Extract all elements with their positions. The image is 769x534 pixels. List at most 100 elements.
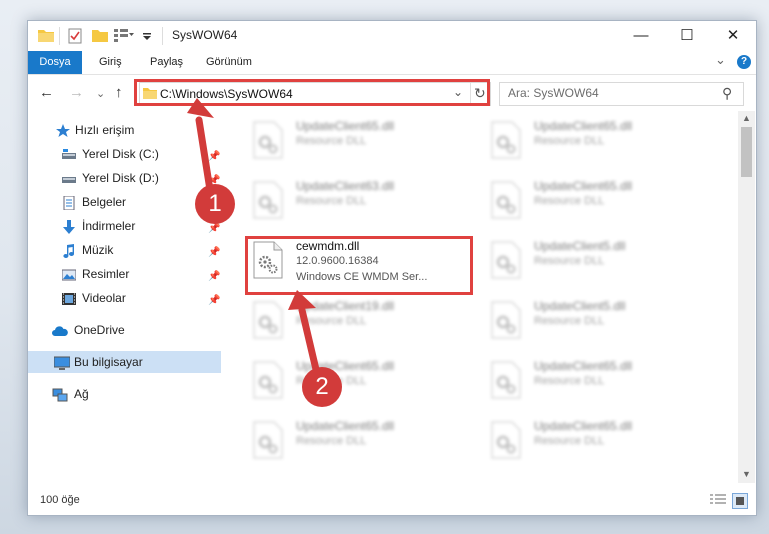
file-description: Resource DLL [534, 255, 605, 267]
minimize-button[interactable]: — [618, 21, 664, 51]
file-name: UpdateClient65.dll [534, 119, 633, 133]
cloud-icon [52, 323, 68, 337]
help-button[interactable]: ? [737, 55, 751, 69]
new-folder-icon[interactable] [92, 28, 108, 44]
close-button[interactable]: ✕ [710, 21, 756, 51]
file-item[interactable]: UpdateClient63.dll Resource DLL [249, 175, 479, 231]
file-highlight [245, 236, 473, 295]
sidebar-item-onedrive[interactable]: OneDrive [28, 319, 221, 341]
documents-icon [62, 195, 76, 211]
sidebar-item-pictures[interactable]: Resimler 📌 [28, 263, 221, 285]
file-item[interactable]: UpdateClient65.dll Resource DLL [249, 115, 479, 171]
tab-dosya[interactable]: Dosya [28, 51, 82, 74]
sidebar-item-label: Belgeler [82, 195, 127, 209]
star-icon [56, 123, 70, 137]
tiles-view-icon[interactable] [732, 493, 748, 509]
file-item[interactable]: UpdateClient65.dll Resource DLL [487, 115, 717, 171]
pin-icon[interactable]: 📌 [208, 242, 220, 264]
file-item[interactable]: UpdateClient5.dll Resource DLL [487, 295, 717, 351]
file-name: UpdateClient65.dll [296, 419, 395, 433]
search-input[interactable] [508, 86, 708, 100]
navigation-pane: Hızlı erişim Yerel Disk (C:) 📌 Yerel Dis… [28, 111, 221, 483]
file-item[interactable]: UpdateClient65.dll Resource DLL [249, 355, 479, 411]
window-title: SysWOW64 [172, 28, 238, 42]
pin-icon[interactable]: 📌 [208, 266, 220, 288]
file-item[interactable]: UpdateClient65.dll Resource DLL [487, 175, 717, 231]
file-name: UpdateClient63.dll [296, 179, 395, 193]
dll-file-icon [491, 421, 521, 459]
sidebar-item-label: Videolar [82, 291, 126, 305]
sidebar-item-label: OneDrive [74, 323, 125, 337]
file-description: Resource DLL [534, 195, 605, 207]
file-name: UpdateClient19.dll [296, 299, 395, 313]
file-name: UpdateClient65.dll [534, 179, 633, 193]
dll-file-icon [491, 361, 521, 399]
tab-paylas[interactable]: Paylaş [150, 51, 183, 74]
ribbon-tabs: Dosya Giriş Paylaş Görünüm ⌄ ? [28, 51, 756, 75]
pin-icon[interactable]: 📌 [208, 146, 220, 168]
scroll-up-arrow-icon[interactable]: ▲ [742, 113, 751, 123]
dll-file-icon [253, 121, 283, 159]
pin-icon[interactable]: 📌 [208, 290, 220, 312]
recent-locations-button[interactable]: ⌄ [96, 85, 105, 103]
folder-icon [38, 28, 54, 44]
customize-toolbar-icon[interactable] [142, 28, 152, 44]
tab-gorunum[interactable]: Görünüm [206, 51, 252, 74]
search-icon[interactable]: ⚲ [722, 85, 732, 102]
file-name: UpdateClient65.dll [534, 359, 633, 373]
file-item[interactable]: UpdateClient19.dll Resource DLL [249, 295, 479, 351]
file-description: Resource DLL [296, 315, 367, 327]
dll-file-icon [253, 361, 283, 399]
file-description: Resource DLL [534, 435, 605, 447]
sidebar-item-downloads[interactable]: İndirmeler 📌 [28, 215, 221, 237]
sidebar-item-label: Ağ [74, 387, 89, 401]
pictures-icon [61, 267, 77, 281]
dll-file-icon [491, 241, 521, 279]
file-description: Resource DLL [296, 135, 367, 147]
sidebar-item-this-pc[interactable]: Bu bilgisayar [28, 351, 221, 373]
file-item[interactable]: UpdateClient65.dll Resource DLL [487, 415, 717, 471]
file-description: Resource DLL [534, 375, 605, 387]
sidebar-item-network[interactable]: Ağ [28, 383, 221, 405]
sidebar-item-label: Hızlı erişim [75, 123, 135, 137]
sidebar-item-disk-c[interactable]: Yerel Disk (C:) 📌 [28, 143, 221, 165]
search-box[interactable]: ⚲ [499, 82, 744, 106]
back-button[interactable]: ← [39, 84, 54, 102]
properties-icon[interactable] [68, 28, 82, 44]
file-description: Resource DLL [296, 195, 367, 207]
file-description: Resource DLL [534, 315, 605, 327]
maximize-button[interactable]: ☐ [664, 21, 710, 51]
tab-giris[interactable]: Giriş [99, 51, 122, 74]
network-icon [52, 387, 68, 402]
sidebar-item-disk-d[interactable]: Yerel Disk (D:) 📌 [28, 167, 221, 189]
ribbon-collapse-button[interactable]: ⌄ [715, 52, 726, 68]
file-description: Resource DLL [296, 435, 367, 447]
sidebar-item-label: İndirmeler [82, 219, 136, 233]
sidebar-item-music[interactable]: Müzik 📌 [28, 239, 221, 261]
forward-button[interactable]: → [69, 84, 84, 102]
sidebar-item-label: Bu bilgisayar [74, 355, 143, 369]
up-button[interactable]: ↑ [115, 84, 123, 102]
dll-file-icon [491, 121, 521, 159]
file-description: Resource DLL [534, 135, 605, 147]
title-bar: SysWOW64 — ☐ ✕ [28, 21, 756, 51]
vertical-scrollbar[interactable]: ▲ ▼ [738, 111, 755, 483]
sidebar-item-videos[interactable]: Videolar 📌 [28, 287, 221, 309]
sidebar-item-label: Yerel Disk (D:) [82, 171, 159, 185]
view-options-icon[interactable] [114, 28, 134, 44]
scroll-down-arrow-icon[interactable]: ▼ [742, 469, 751, 479]
file-item[interactable]: UpdateClient65.dll Resource DLL [249, 415, 479, 471]
file-item[interactable]: UpdateClient5.dll Resource DLL [487, 235, 717, 291]
dll-file-icon [491, 301, 521, 339]
address-highlight [134, 79, 490, 106]
sidebar-item-documents[interactable]: Belgeler 📌 [28, 191, 221, 213]
sidebar-item-quick-access[interactable]: Hızlı erişim [28, 119, 221, 141]
file-list: UpdateClient65.dll Resource DLL UpdateCl… [223, 111, 738, 483]
details-view-icon[interactable] [710, 494, 726, 509]
dll-file-icon [253, 421, 283, 459]
status-bar: 100 öğe [28, 491, 756, 515]
dll-file-icon [253, 301, 283, 339]
scrollbar-thumb[interactable] [741, 127, 752, 177]
file-item[interactable]: UpdateClient65.dll Resource DLL [487, 355, 717, 411]
sidebar-item-label: Resimler [82, 267, 130, 281]
